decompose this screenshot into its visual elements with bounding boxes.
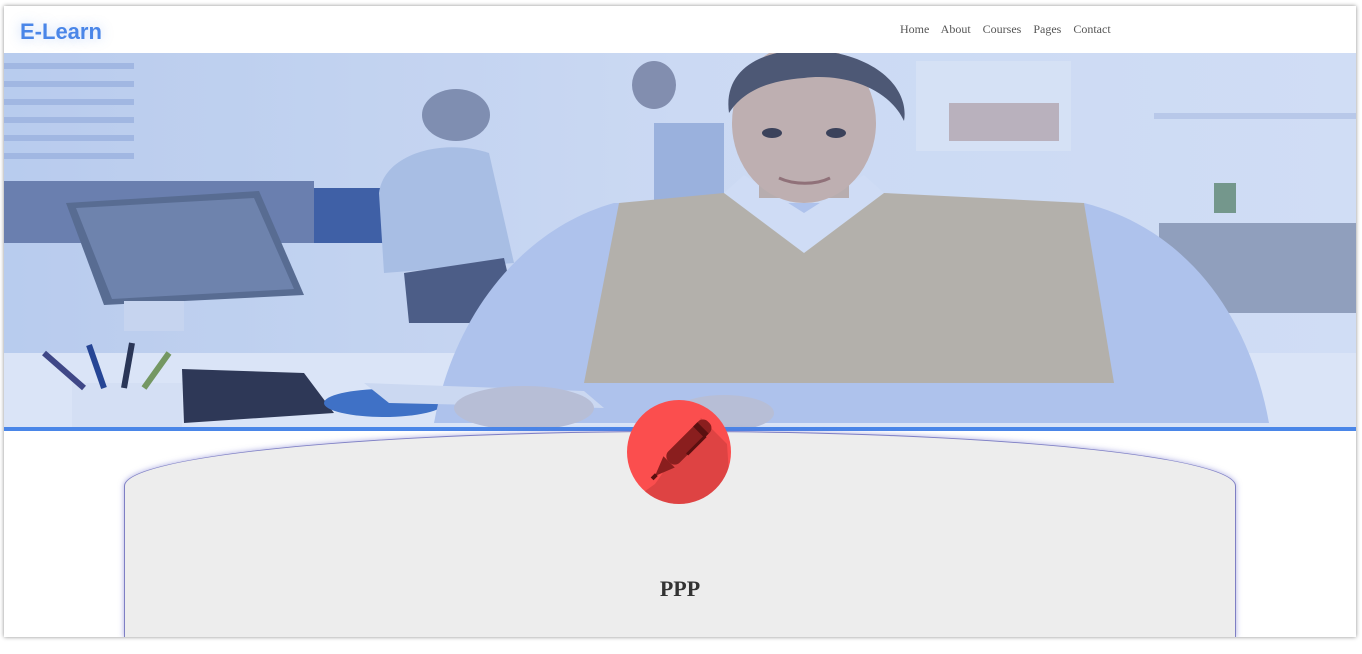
nav-pages[interactable]: Pages bbox=[1033, 22, 1061, 36]
nav-courses[interactable]: Courses bbox=[983, 22, 1022, 36]
hero-banner bbox=[4, 53, 1356, 427]
feature-icon-badge bbox=[627, 400, 731, 504]
brand-logo[interactable]: E-Learn bbox=[20, 19, 102, 45]
page-frame: E-Learn Home About Courses Pages Contact bbox=[4, 6, 1356, 637]
pen-icon bbox=[627, 418, 731, 504]
navbar: E-Learn Home About Courses Pages Contact bbox=[4, 6, 1356, 53]
feature-title: PPP bbox=[659, 576, 701, 601]
nav-contact[interactable]: Contact bbox=[1073, 22, 1110, 36]
main-nav: Home About Courses Pages Contact bbox=[900, 22, 1120, 37]
hero-image bbox=[4, 53, 1356, 427]
nav-about[interactable]: About bbox=[941, 22, 971, 36]
nav-home[interactable]: Home bbox=[900, 22, 929, 36]
